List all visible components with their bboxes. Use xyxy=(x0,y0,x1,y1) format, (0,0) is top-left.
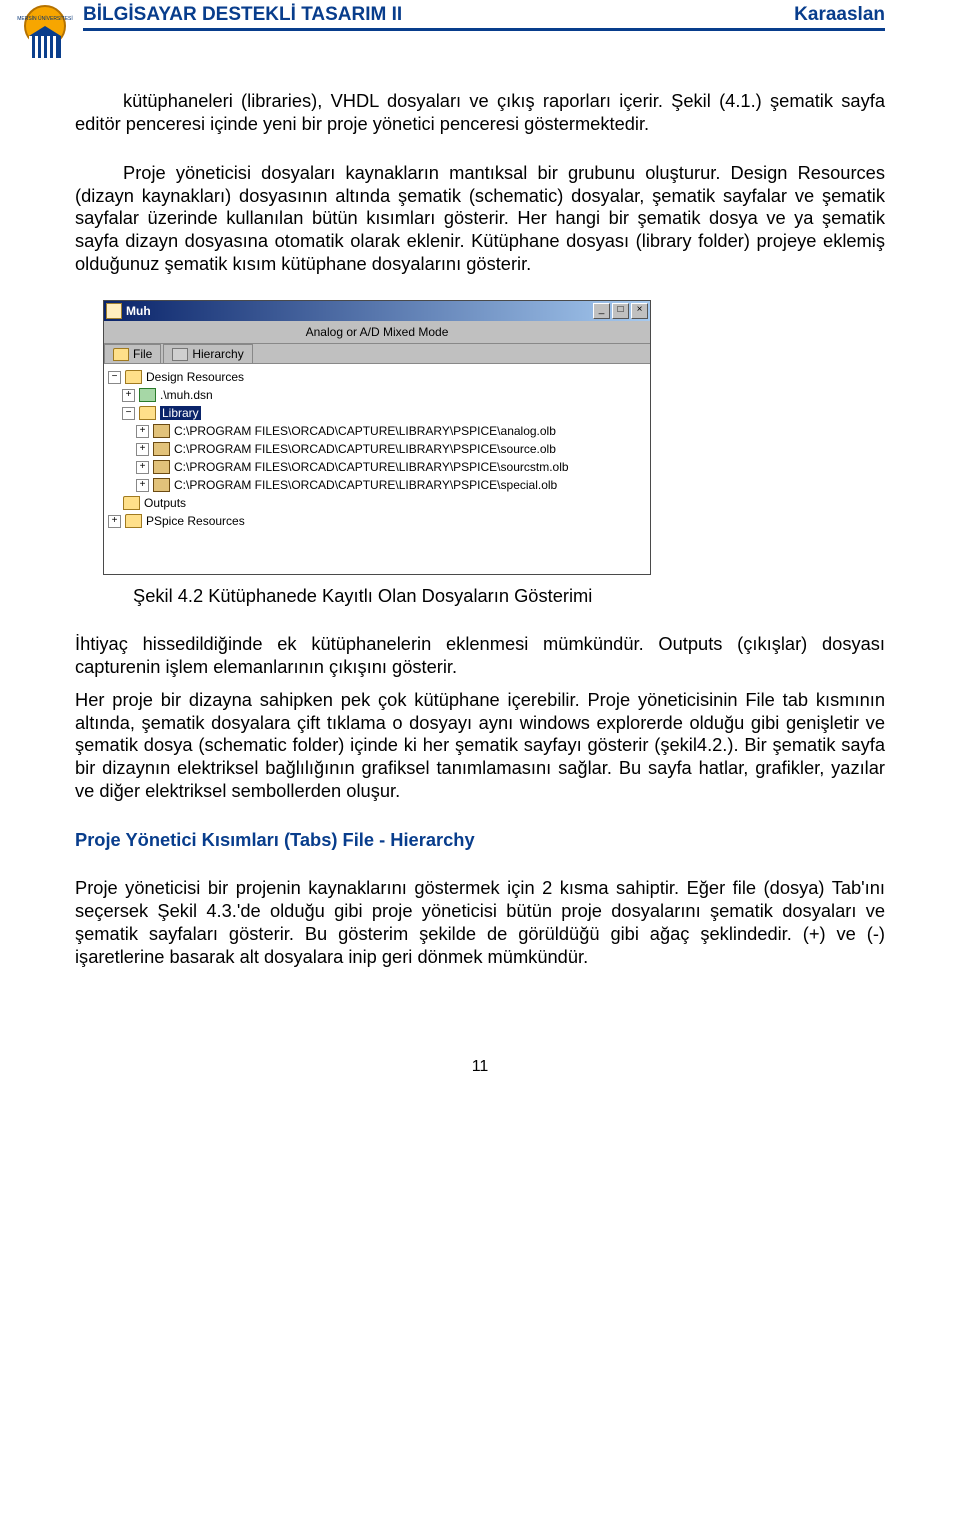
page-number: 11 xyxy=(75,1058,885,1076)
document-title: BİLGİSAYAR DESTEKLİ TASARIM II xyxy=(83,4,402,26)
tree-node-dsn[interactable]: + .\muh.dsn xyxy=(108,386,646,404)
tree-node-design-resources[interactable]: − Design Resources xyxy=(108,368,646,386)
library-file-icon xyxy=(153,460,170,474)
window-icon xyxy=(106,303,122,319)
tree-label: C:\PROGRAM FILES\ORCAD\CAPTURE\LIBRARY\P… xyxy=(174,424,556,438)
tab-label: Hierarchy xyxy=(192,347,243,361)
paragraph: Her proje bir dizayna sahipken pek çok k… xyxy=(75,689,885,803)
folder-icon xyxy=(139,406,156,420)
expand-icon[interactable]: + xyxy=(108,515,121,528)
collapse-icon[interactable]: − xyxy=(108,371,121,384)
folder-icon xyxy=(123,496,140,510)
hierarchy-icon xyxy=(172,348,188,361)
tree-label: PSpice Resources xyxy=(146,514,245,528)
mode-label: Analog or A/D Mixed Mode xyxy=(104,321,650,344)
design-file-icon xyxy=(139,388,156,402)
university-logo: MERSİN ÜNİVERSİTESİ xyxy=(15,4,75,64)
page-header: MERSİN ÜNİVERSİTESİ BİLGİSAYAR DESTEKLİ … xyxy=(75,0,885,64)
expand-icon[interactable]: + xyxy=(136,425,149,438)
library-file-icon xyxy=(153,424,170,438)
tree-node-lib-item[interactable]: + C:\PROGRAM FILES\ORCAD\CAPTURE\LIBRARY… xyxy=(108,476,646,494)
tree-label: Outputs xyxy=(144,496,186,510)
tree-label: C:\PROGRAM FILES\ORCAD\CAPTURE\LIBRARY\P… xyxy=(174,442,556,456)
tree-node-lib-item[interactable]: + C:\PROGRAM FILES\ORCAD\CAPTURE\LIBRARY… xyxy=(108,422,646,440)
tree-node-pspice[interactable]: + PSpice Resources xyxy=(108,512,646,530)
figure-screenshot: Muh _ □ × Analog or A/D Mixed Mode File … xyxy=(103,300,885,575)
library-file-icon xyxy=(153,478,170,492)
figure-caption: Şekil 4.2 Kütüphanede Kayıtlı Olan Dosya… xyxy=(133,585,885,607)
tree-node-library[interactable]: − Library xyxy=(108,404,646,422)
maximize-button[interactable]: □ xyxy=(612,303,629,319)
tab-file[interactable]: File xyxy=(104,344,161,363)
window-titlebar: Muh _ □ × xyxy=(104,301,650,321)
tree-node-outputs[interactable]: Outputs xyxy=(108,494,646,512)
tab-hierarchy[interactable]: Hierarchy xyxy=(163,344,252,363)
tree-label: C:\PROGRAM FILES\ORCAD\CAPTURE\LIBRARY\P… xyxy=(174,478,557,492)
minimize-button[interactable]: _ xyxy=(593,303,610,319)
paragraph: kütüphaneleri (libraries), VHDL dosyalar… xyxy=(75,90,885,136)
svg-text:MERSİN ÜNİVERSİTESİ: MERSİN ÜNİVERSİTESİ xyxy=(17,15,73,22)
expand-icon[interactable]: + xyxy=(136,443,149,456)
author-name: Karaaslan xyxy=(794,4,885,26)
paragraph: Proje yöneticisi bir projenin kaynakları… xyxy=(75,877,885,968)
tree-label: C:\PROGRAM FILES\ORCAD\CAPTURE\LIBRARY\P… xyxy=(174,460,569,474)
tree-view: − Design Resources + .\muh.dsn − Library xyxy=(104,364,650,574)
tree-label: Design Resources xyxy=(146,370,244,384)
folder-icon xyxy=(113,348,129,361)
window-title: Muh xyxy=(126,304,591,318)
tab-label: File xyxy=(133,347,152,361)
tabs-row: File Hierarchy xyxy=(104,344,650,364)
tree-label-selected: Library xyxy=(160,406,201,420)
expand-icon[interactable]: + xyxy=(122,389,135,402)
paragraph: Proje yöneticisi dosyaları kaynakların m… xyxy=(75,162,885,276)
project-manager-window: Muh _ □ × Analog or A/D Mixed Mode File … xyxy=(103,300,651,575)
folder-icon xyxy=(125,514,142,528)
close-button[interactable]: × xyxy=(631,303,648,319)
library-file-icon xyxy=(153,442,170,456)
expand-icon[interactable]: + xyxy=(136,479,149,492)
paragraph: İhtiyaç hissedildiğinde ek kütüphaneleri… xyxy=(75,633,885,679)
section-heading: Proje Yönetici Kısımları (Tabs) File - H… xyxy=(75,829,885,851)
tree-node-lib-item[interactable]: + C:\PROGRAM FILES\ORCAD\CAPTURE\LIBRARY… xyxy=(108,440,646,458)
tree-label: .\muh.dsn xyxy=(160,388,213,402)
collapse-icon[interactable]: − xyxy=(122,407,135,420)
expand-icon[interactable]: + xyxy=(136,461,149,474)
tree-node-lib-item[interactable]: + C:\PROGRAM FILES\ORCAD\CAPTURE\LIBRARY… xyxy=(108,458,646,476)
folder-icon xyxy=(125,370,142,384)
